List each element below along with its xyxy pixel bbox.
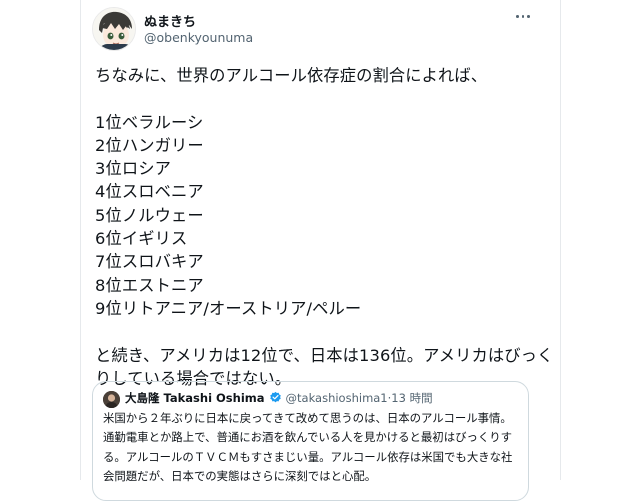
more-options-button[interactable] [513,6,533,26]
quoted-handle[interactable]: @takashioshima1 [286,391,388,405]
more-horizontal-icon [527,15,530,18]
tweet-text: ちなみに、世界のアルコール依存症の割合によれば、 1位ベラルーシ 2位ハンガリー… [95,66,554,388]
truncated-icons: • • • [588,0,619,5]
quoted-author-name[interactable]: 大島隆 Takashi Oshima [125,391,265,405]
quoted-tweet[interactable]: 大島隆 Takashi Oshima @takashioshima1·13 時間 … [92,381,529,501]
quoted-text: 米国から２年ぶりに日本に戻ってきて改めて思うのは、日本のアルコール事情。 通勤電… [103,411,513,484]
avatar-illustration [93,8,135,50]
author-display-name[interactable]: ぬまきち [144,11,196,30]
quoted-timestamp[interactable]: 13 時間 [391,391,432,405]
column-right-border [560,0,561,480]
more-horizontal-icon [516,15,519,18]
more-horizontal-icon [521,15,525,18]
avatar[interactable] [92,7,136,51]
column-left-border [80,0,81,480]
verified-badge-icon [269,391,282,408]
author-handle[interactable]: @obenkyounuma [144,30,253,45]
quoted-avatar[interactable] [103,391,120,408]
quoted-avatar-image [103,391,120,408]
